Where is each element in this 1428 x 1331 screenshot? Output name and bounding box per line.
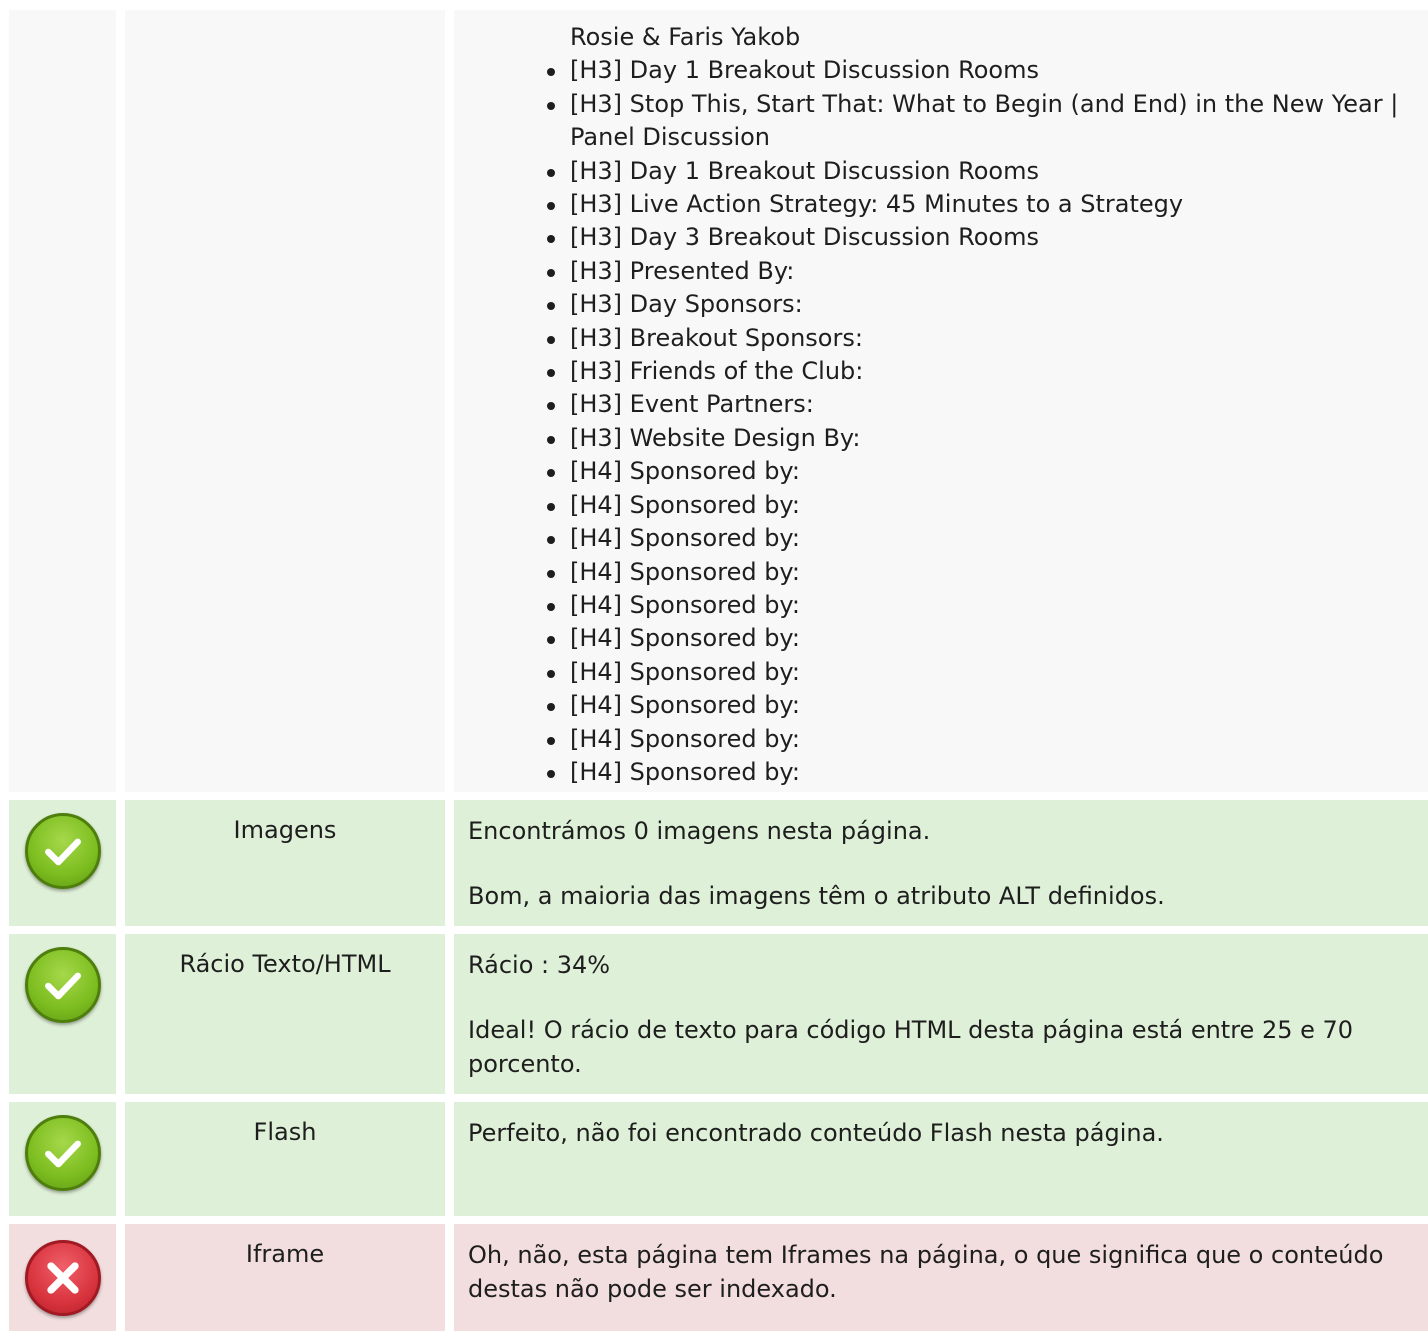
check-description: Rácio : 34% Ideal! O rácio de texto para… xyxy=(454,934,1428,1081)
headings-list-item: [H4] Sponsored by: xyxy=(547,455,1428,488)
headings-list-item: [H3] Day 3 Breakout Discussion Rooms xyxy=(547,221,1428,254)
check-status-cell xyxy=(9,934,116,1094)
check-label: Iframe xyxy=(245,1240,325,1268)
check-description-line: Oh, não, esta página tem Iframes na pági… xyxy=(468,1241,1384,1303)
headings-list-item: [H3] Live Action Strategy: 45 Minutes to… xyxy=(547,188,1428,221)
headings-list-item: [H3] Website Design By: xyxy=(547,422,1428,455)
headings-status-cell xyxy=(9,10,116,792)
check-status-cell xyxy=(9,1102,116,1216)
check-description-cell: Perfeito, não foi encontrado conteúdo Fl… xyxy=(454,1102,1428,1216)
check-row-iframe: Iframe Oh, não, esta página tem Iframes … xyxy=(0,1224,1428,1331)
headings-list: Rosie & Faris Yakob [H3] Day 1 Breakout … xyxy=(454,10,1428,789)
check-label-cell: Flash xyxy=(125,1102,445,1216)
headings-list-item: [H4] Sponsored by: xyxy=(547,556,1428,589)
check-label: Imagens xyxy=(233,816,337,844)
check-description-line: Ideal! O rácio de texto para código HTML… xyxy=(468,1016,1354,1078)
headings-list-item: [H4] Sponsored by: xyxy=(547,723,1428,756)
headings-list-item: [H4] Sponsored by: xyxy=(547,756,1428,789)
headings-list-item: [H4] Sponsored by: xyxy=(547,589,1428,622)
seo-report-page: Rosie & Faris Yakob [H3] Day 1 Breakout … xyxy=(0,0,1428,1331)
headings-list-item: [H3] Breakout Sponsors: xyxy=(547,322,1428,355)
check-description-line: Rácio : 34% xyxy=(468,951,611,979)
headings-list-item: [H3] Friends of the Club: xyxy=(547,355,1428,388)
check-label-cell: Imagens xyxy=(125,800,445,926)
headings-list-item: [H3] Day 1 Breakout Discussion Rooms xyxy=(547,155,1428,188)
headings-list-item: [H4] Sponsored by: xyxy=(547,489,1428,522)
headings-list-continuation: Rosie & Faris Yakob xyxy=(570,23,801,51)
headings-label-cell xyxy=(125,10,445,792)
check-label: Flash xyxy=(253,1118,317,1146)
check-row-flash: Flash Perfeito, não foi encontrado conte… xyxy=(0,1102,1428,1216)
headings-row: Rosie & Faris Yakob [H3] Day 1 Breakout … xyxy=(0,10,1428,792)
headings-list-item: [H4] Sponsored by: xyxy=(547,622,1428,655)
check-description-cell: Rácio : 34% Ideal! O rácio de texto para… xyxy=(454,934,1428,1094)
check-icon xyxy=(25,813,101,889)
check-status-cell xyxy=(9,1224,116,1331)
headings-list-item: [H3] Day Sponsors: xyxy=(547,288,1428,321)
headings-list-item: [H3] Day 1 Breakout Discussion Rooms xyxy=(547,54,1428,87)
check-description-line: Perfeito, não foi encontrado conteúdo Fl… xyxy=(468,1119,1164,1147)
check-label-cell: Rácio Texto/HTML xyxy=(125,934,445,1094)
check-row-text-html-ratio: Rácio Texto/HTML Rácio : 34% Ideal! O rá… xyxy=(0,934,1428,1094)
check-icon xyxy=(25,1115,101,1191)
check-description: Encontrámos 0 imagens nesta página. Bom,… xyxy=(454,800,1428,913)
check-label: Rácio Texto/HTML xyxy=(179,950,391,978)
headings-list-item: [H4] Sponsored by: xyxy=(547,689,1428,722)
headings-list-item: [H3] Presented By: xyxy=(547,255,1428,288)
headings-list-item: [H4] Sponsored by: xyxy=(547,522,1428,555)
check-status-cell xyxy=(9,800,116,926)
check-icon xyxy=(25,947,101,1023)
check-row-images: Imagens Encontrámos 0 imagens nesta pági… xyxy=(0,800,1428,926)
check-description-cell: Oh, não, esta página tem Iframes na pági… xyxy=(454,1224,1428,1331)
check-description-line: Encontrámos 0 imagens nesta página. xyxy=(468,817,931,845)
headings-content-cell: Rosie & Faris Yakob [H3] Day 1 Breakout … xyxy=(454,10,1428,792)
check-label-cell: Iframe xyxy=(125,1224,445,1331)
cross-icon xyxy=(25,1240,101,1316)
check-description-cell: Encontrámos 0 imagens nesta página. Bom,… xyxy=(454,800,1428,926)
headings-list-item: [H3] Event Partners: xyxy=(547,388,1428,421)
check-description-line: Bom, a maioria das imagens têm o atribut… xyxy=(468,882,1165,910)
headings-list-item: [H3] Stop This, Start That: What to Begi… xyxy=(547,88,1428,155)
check-description: Oh, não, esta página tem Iframes na pági… xyxy=(454,1224,1428,1306)
headings-list-item: [H4] Sponsored by: xyxy=(547,656,1428,689)
check-description: Perfeito, não foi encontrado conteúdo Fl… xyxy=(454,1102,1428,1150)
